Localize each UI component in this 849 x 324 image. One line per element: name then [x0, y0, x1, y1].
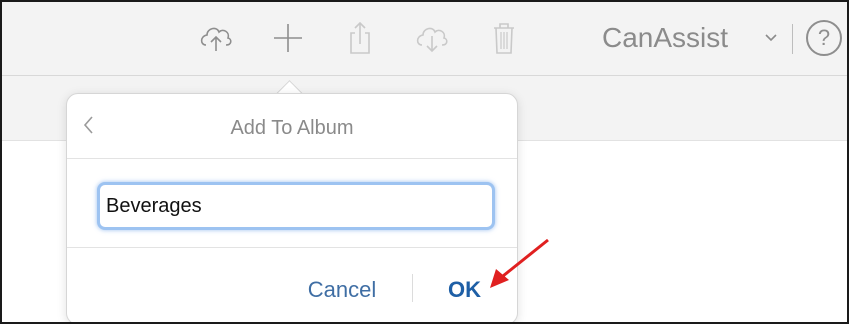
ok-button[interactable]: OK — [442, 269, 487, 309]
share-icon[interactable] — [342, 20, 378, 56]
trash-icon[interactable] — [486, 20, 522, 56]
help-button[interactable]: ? — [806, 20, 842, 56]
button-divider — [412, 274, 413, 302]
upload-cloud-icon[interactable] — [198, 20, 234, 56]
back-chevron-icon[interactable] — [77, 110, 101, 140]
annotation-arrow-icon — [490, 238, 549, 288]
plus-icon[interactable] — [270, 20, 306, 56]
dialog-title: Add To Album — [230, 117, 354, 139]
toolbar: CanAssist ? — [2, 2, 847, 76]
album-name-input[interactable] — [97, 182, 495, 230]
chevron-down-icon[interactable] — [764, 32, 778, 44]
dialog-header: Add To Album — [67, 94, 517, 159]
cancel-button[interactable]: Cancel — [297, 269, 387, 309]
add-to-album-dialog: Add To Album Cancel OK — [66, 93, 518, 322]
account-menu[interactable]: CanAssist — [602, 18, 728, 58]
toolbar-divider — [792, 24, 793, 54]
download-cloud-icon[interactable] — [414, 20, 450, 56]
dialog-divider — [67, 247, 517, 248]
app-window: CanAssist ? Add To Album Cancel OK — [0, 0, 849, 324]
